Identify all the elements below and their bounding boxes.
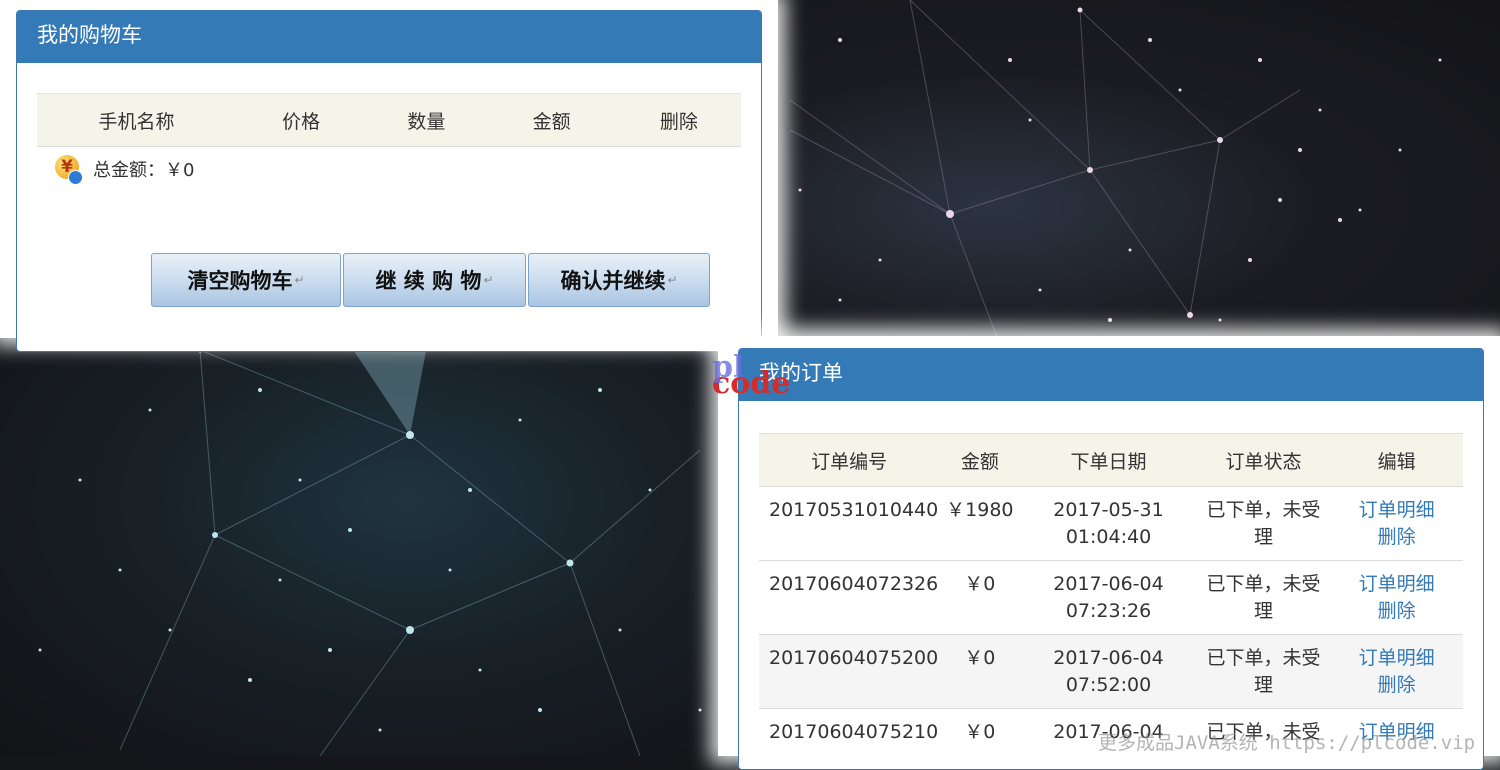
column-header: 价格	[236, 94, 366, 147]
table-row: 20170604072326 ￥0 2017-06-0407:23:26 已下单…	[759, 561, 1463, 635]
column-header: 删除	[617, 94, 741, 147]
column-header: 金额	[487, 94, 617, 147]
order-date: 2017-06-0407:52:00	[1020, 635, 1196, 709]
order-date: 2017-06-0407:23:26	[1020, 561, 1196, 635]
order-detail-link[interactable]: 订单明细	[1359, 647, 1435, 669]
order-id: 20170531010440	[759, 487, 939, 561]
orders-panel-title: 我的订单	[739, 349, 1483, 401]
cart-total: ¥ 总金额：￥0	[53, 155, 194, 183]
column-header: 数量	[366, 94, 486, 147]
column-header: 下单日期	[1020, 434, 1196, 487]
cart-panel: 我的购物车 手机名称 价格 数量 金额 删除 ¥ 总金额：￥0 清空购物车↵	[16, 10, 762, 352]
cart-panel-title: 我的购物车	[17, 11, 761, 63]
money-icon: ¥	[53, 155, 81, 183]
order-id: 20170604075210	[759, 709, 939, 770]
watermark-text: 更多成品JAVA系统 https://plcode.vip	[1098, 728, 1475, 755]
cart-table: 手机名称 价格 数量 金额 删除	[37, 93, 741, 147]
orders-table-header: 订单编号 金额 下单日期 订单状态 编辑	[759, 434, 1463, 487]
order-id: 20170604072326	[759, 561, 939, 635]
order-detail-link[interactable]: 订单明细	[1359, 573, 1435, 595]
plcode-logo: pl code	[712, 356, 790, 396]
order-amount: ￥0	[939, 561, 1020, 635]
cart-button-bar: 清空购物车↵ 继 续 购 物↵ 确认并继续↵	[151, 253, 712, 307]
table-row: 20170604075200 ￥0 2017-06-0407:52:00 已下单…	[759, 635, 1463, 709]
continue-shopping-button[interactable]: 继 续 购 物↵	[343, 253, 526, 307]
order-status: 已下单，未受理	[1197, 561, 1331, 635]
column-header: 订单状态	[1197, 434, 1331, 487]
order-amount: ￥1980	[939, 487, 1020, 561]
table-row: 20170531010440 ￥1980 2017-05-3101:04:40 …	[759, 487, 1463, 561]
confirm-continue-button[interactable]: 确认并继续↵	[528, 253, 710, 307]
column-header: 订单编号	[759, 434, 939, 487]
constellation-lines	[780, 0, 1500, 345]
clear-cart-button[interactable]: 清空购物车↵	[151, 253, 341, 307]
cart-screenshot-card: 我的购物车 手机名称 价格 数量 金额 删除 ¥ 总金额：￥0 清空购物车↵	[0, 0, 778, 338]
order-status: 已下单，未受理	[1197, 635, 1331, 709]
order-actions: 订单明细 删除	[1330, 487, 1463, 561]
column-header: 编辑	[1330, 434, 1463, 487]
order-detail-link[interactable]: 订单明细	[1359, 499, 1435, 521]
order-actions: 订单明细 删除	[1330, 561, 1463, 635]
order-amount: ￥0	[939, 635, 1020, 709]
orders-screenshot-card: 我的订单 订单编号 金额 下单日期 订单状态 编辑 20170531010440…	[718, 336, 1500, 756]
column-header: 金额	[939, 434, 1020, 487]
order-id: 20170604075200	[759, 635, 939, 709]
column-header: 手机名称	[37, 94, 236, 147]
cart-table-header: 手机名称 价格 数量 金额 删除	[37, 94, 741, 147]
order-delete-link[interactable]: 删除	[1378, 526, 1416, 548]
starfield-background-right	[780, 0, 1500, 345]
order-status: 已下单，未受理	[1197, 487, 1331, 561]
order-date: 2017-05-3101:04:40	[1020, 487, 1196, 561]
total-amount-text: 总金额：￥0	[93, 156, 194, 182]
order-actions: 订单明细 删除	[1330, 635, 1463, 709]
order-amount: ￥0	[939, 709, 1020, 770]
orders-table: 订单编号 金额 下单日期 订单状态 编辑 20170531010440 ￥198…	[759, 433, 1463, 770]
order-delete-link[interactable]: 删除	[1378, 674, 1416, 696]
orders-panel: 我的订单 订单编号 金额 下单日期 订单状态 编辑 20170531010440…	[738, 348, 1484, 770]
starfield-background-left	[0, 330, 740, 756]
order-delete-link[interactable]: 删除	[1378, 600, 1416, 622]
constellation-lines	[0, 330, 740, 756]
